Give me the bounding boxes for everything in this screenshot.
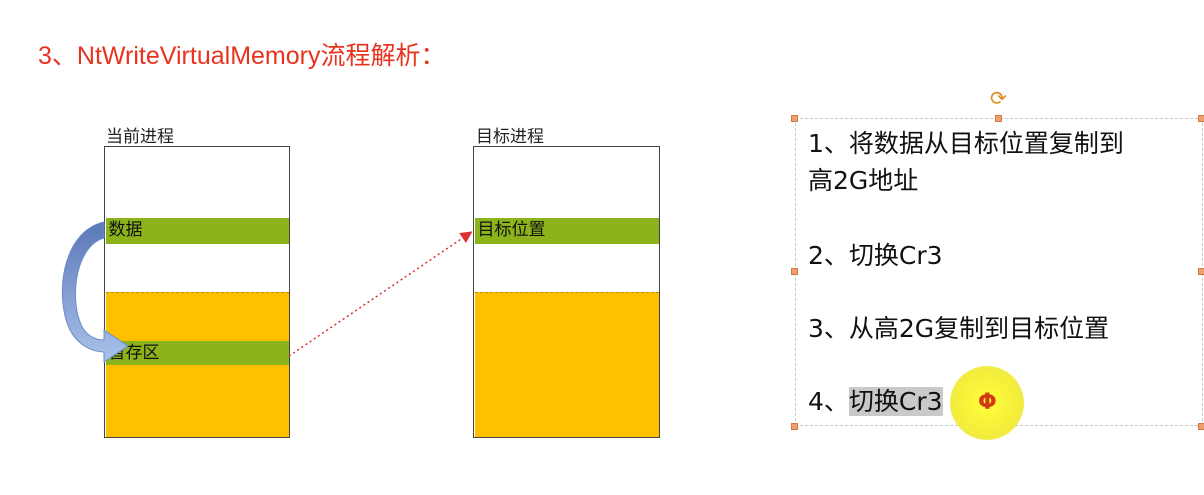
step-2: 2、切换Cr3 [808, 241, 943, 270]
step-4-selected-text[interactable]: 切换Cr3 [848, 387, 943, 416]
curved-copy-arrow [61, 221, 129, 363]
resize-handle-ml[interactable] [791, 268, 798, 275]
resize-handle-tr[interactable] [1198, 115, 1204, 122]
resize-handle-tl[interactable] [791, 115, 798, 122]
step-1-line-1: 1、将数据从目标位置复制到 [808, 129, 1124, 158]
resize-handle-mr[interactable] [1198, 268, 1204, 275]
step-4-prefix: 4、 [808, 387, 849, 416]
step-3: 3、从高2G复制到目标位置 [808, 314, 1110, 343]
resize-handle-br[interactable] [1198, 423, 1204, 430]
text-cursor-icon: Φ [978, 390, 997, 415]
write-arrow [288, 231, 473, 357]
rotate-handle-icon[interactable]: ⟳ [990, 86, 1007, 110]
step-1-line-2: 高2G地址 [808, 166, 919, 195]
resize-handle-bl[interactable] [791, 423, 798, 430]
step-4: 4、切换Cr3 [808, 384, 943, 420]
resize-handle-tm[interactable] [995, 115, 1002, 122]
